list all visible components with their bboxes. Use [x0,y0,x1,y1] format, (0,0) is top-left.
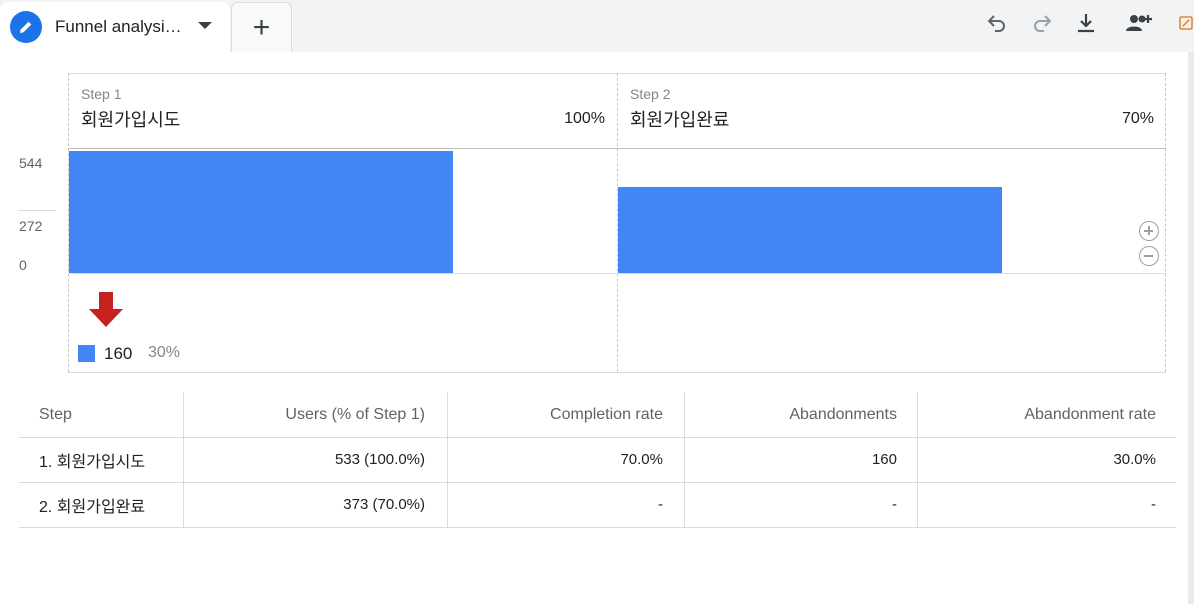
download-icon[interactable] [1073,10,1099,36]
step-1-label: Step 1 [81,86,122,102]
undo-icon[interactable] [984,10,1010,36]
table-cell-abandonment-rate: 30.0% [1113,451,1156,468]
step-1-header: Step 1 회원가입시도 100% [68,73,617,149]
step-1-percent: 100% [564,110,605,127]
step-2-percent: 70% [1121,110,1154,127]
add-tab-label: + [252,10,271,44]
y-tick-line [18,210,56,211]
funnel-bar-step-2[interactable] [618,187,1002,273]
table-cell-completion-rate: - [658,496,663,513]
table-cell-completion-rate: 70.0% [620,451,663,468]
funnel-bar-step-1[interactable] [69,151,453,273]
col-header-completion-rate[interactable]: Completion rate [447,392,663,437]
chart-bottom-line [68,372,1166,373]
table-cell-step: 1. 회원가입시도 [39,453,146,471]
col-header-step[interactable]: Step [39,392,72,437]
col-header-abandonments[interactable]: Abandonments [684,392,897,437]
redo-icon[interactable] [1029,10,1055,36]
funnel-panel: Step 1 회원가입시도 100% Step 2 회원가입완료 70% 544… [0,52,1188,604]
dropoff-count[interactable]: 160 [104,344,132,364]
table-cell-abandonment-rate: - [1151,496,1156,513]
col-header-users[interactable]: Users (% of Step 1) [183,392,425,437]
tab-funnel-analysis[interactable]: Funnel analysi… [0,2,230,52]
step-divider [1165,73,1166,372]
table-cell-abandonments: - [892,496,897,513]
table-cell-users: 533 (100.0%) [334,451,425,468]
step-1-name: 회원가입시도 [81,110,181,130]
zoom-out-button[interactable] [1139,246,1159,266]
pencil-icon[interactable] [10,11,42,43]
dropoff-percent: 30% [148,344,181,361]
step-2-header: Step 2 회원가입완료 70% [617,73,1166,149]
tab-title[interactable]: Funnel analysi… [55,17,182,37]
chevron-down-icon[interactable] [198,22,212,29]
y-tick-label: 0 [19,257,27,273]
zoom-in-button[interactable] [1139,221,1159,241]
y-tick-label: 272 [19,218,43,234]
column-divider [684,392,685,527]
legend-swatch [78,345,95,362]
y-tick-label: 544 [19,155,43,171]
row-divider [19,527,1176,528]
step-2-name: 회원가입완료 [630,110,730,130]
share-users-icon[interactable] [1124,10,1156,36]
top-tab-bar: Funnel analysi… + [0,0,1194,52]
insights-icon[interactable] [1178,10,1194,36]
step-2-label: Step 2 [630,86,671,102]
arrow-down-icon [89,292,123,332]
table-cell-step: 2. 회원가입완료 [39,498,146,516]
table-cell-users: 373 (70.0%) [343,496,425,513]
column-divider [917,392,918,527]
column-divider [447,392,448,527]
funnel-chart: Step 1 회원가입시도 100% Step 2 회원가입완료 70% 544… [0,52,1188,382]
table-cell-abandonments: 160 [871,451,897,468]
column-divider [183,392,184,527]
col-header-abandonment-rate[interactable]: Abandonment rate [917,392,1156,437]
add-tab-button[interactable]: + [231,2,292,52]
vertical-scrollbar[interactable] [1188,52,1194,604]
